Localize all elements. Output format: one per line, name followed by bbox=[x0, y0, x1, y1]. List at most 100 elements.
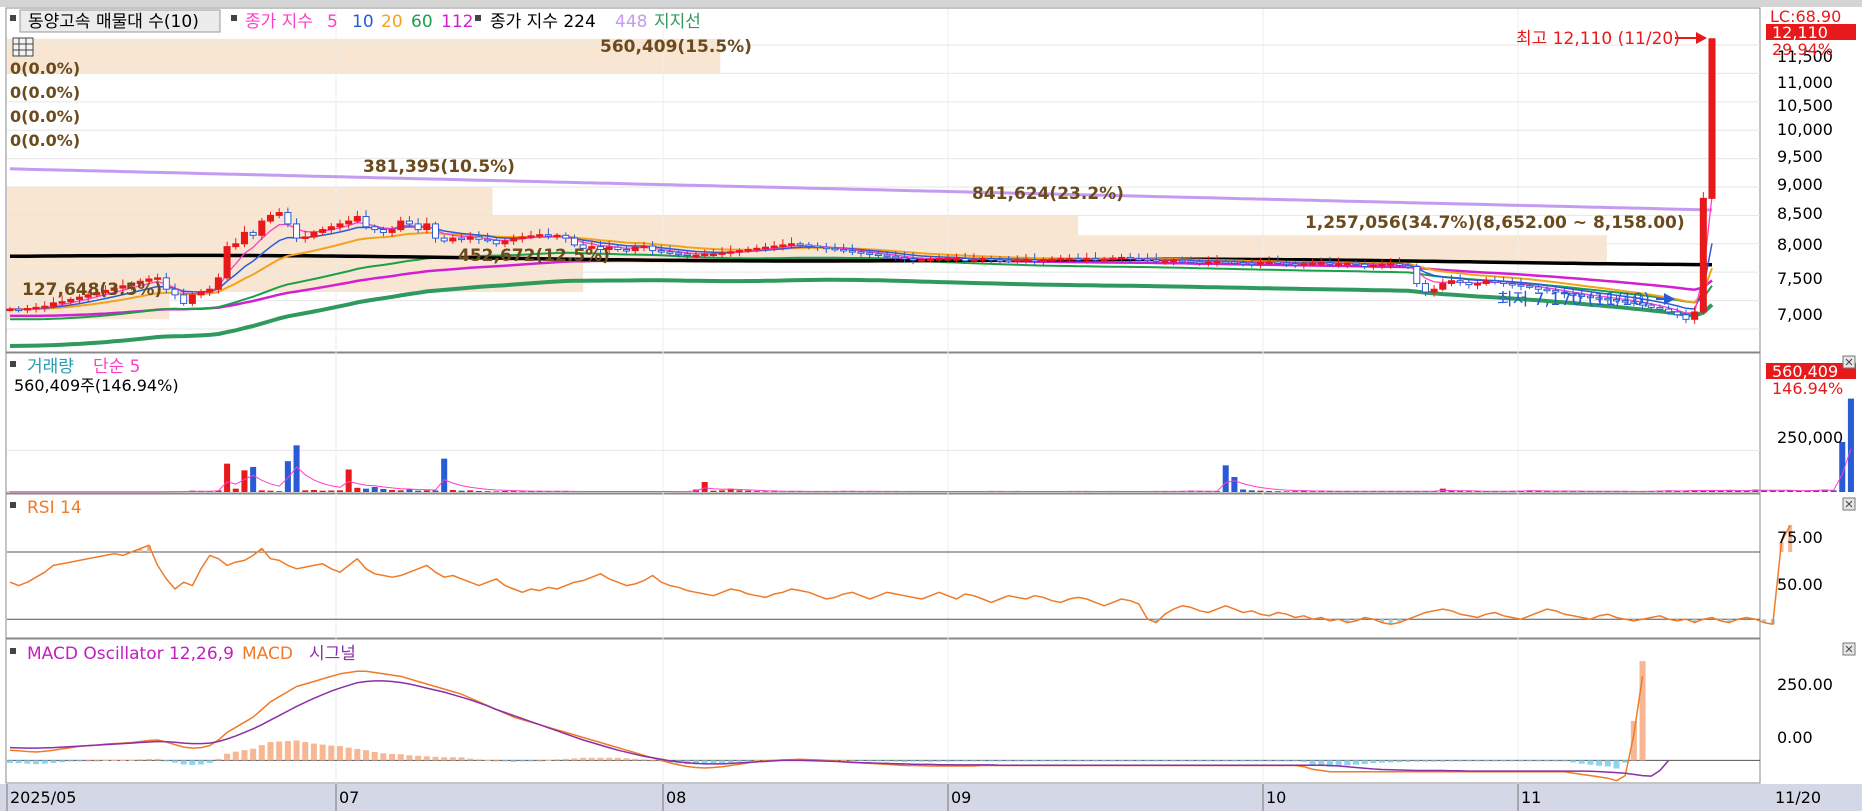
price-tick: 10,500 bbox=[1777, 96, 1833, 115]
candle-body bbox=[735, 250, 743, 253]
macd-oscillator-bar bbox=[1022, 760, 1030, 762]
macd-oscillator-bar bbox=[623, 758, 630, 761]
macd-oscillator-bar bbox=[33, 760, 40, 765]
candle-body bbox=[744, 248, 752, 252]
macd-oscillator-bar bbox=[163, 760, 170, 762]
macd-oscillator-bar bbox=[884, 760, 891, 762]
candle-body bbox=[1248, 262, 1256, 266]
grid-settings-icon[interactable] bbox=[12, 37, 34, 57]
volume-bar bbox=[1240, 489, 1247, 492]
macd-close-icon[interactable] bbox=[1842, 642, 1856, 656]
macd-oscillator-bar bbox=[467, 758, 474, 761]
volume-bar bbox=[389, 490, 396, 492]
candle-body bbox=[840, 248, 848, 252]
candle-body bbox=[770, 245, 778, 249]
candle-body bbox=[15, 308, 23, 312]
macd-oscillator-bar bbox=[1361, 760, 1368, 764]
rsi-title: RSI 14 bbox=[27, 498, 82, 518]
candle-body bbox=[214, 277, 222, 290]
candle-body bbox=[1482, 280, 1490, 285]
candle-body bbox=[692, 254, 700, 258]
macd-oscillator-bar bbox=[93, 760, 100, 762]
candle-body bbox=[518, 236, 526, 239]
candle-body bbox=[1274, 261, 1282, 264]
macd-oscillator-bar bbox=[606, 757, 613, 761]
volume-bar bbox=[1735, 491, 1742, 492]
macd-oscillator-bar bbox=[484, 760, 491, 762]
candle-body bbox=[996, 259, 1004, 262]
price-badge-pct: 29.94% bbox=[1772, 40, 1833, 59]
candle-body bbox=[431, 223, 440, 239]
macd-oscillator-bar bbox=[145, 758, 152, 761]
candle-body bbox=[258, 220, 266, 236]
macd-oscillator-bar bbox=[1083, 760, 1090, 762]
candle-body bbox=[1022, 259, 1030, 262]
candle-body bbox=[1361, 263, 1369, 268]
candle-body bbox=[1447, 280, 1456, 285]
candle-body bbox=[293, 223, 301, 239]
candle-body bbox=[1387, 263, 1395, 266]
volume-bar bbox=[771, 491, 778, 492]
candle-body bbox=[1222, 260, 1230, 264]
macd-oscillator-bar bbox=[189, 760, 196, 765]
candle-body bbox=[266, 214, 275, 222]
candle-body bbox=[41, 305, 49, 309]
macd-oscillator-bar bbox=[1014, 760, 1021, 762]
volume-bar bbox=[406, 489, 413, 492]
macd-legend-icon bbox=[10, 648, 16, 654]
candle-body bbox=[1378, 263, 1386, 267]
volume-bar bbox=[475, 491, 482, 492]
candle-body bbox=[1421, 283, 1429, 293]
macd-oscillator-bar bbox=[1517, 760, 1524, 762]
volume-bar bbox=[415, 490, 422, 492]
candle-body bbox=[6, 308, 14, 312]
macd-oscillator-bar bbox=[389, 754, 396, 761]
macd-oscillator-bar bbox=[1031, 760, 1038, 762]
macd-oscillator-bar bbox=[1578, 760, 1585, 764]
volume-bar bbox=[519, 491, 526, 492]
volume-bar bbox=[319, 490, 326, 492]
candle-body bbox=[857, 251, 865, 254]
candle-body bbox=[1404, 264, 1412, 268]
volume-bar bbox=[1847, 398, 1854, 492]
candle-body bbox=[405, 220, 413, 225]
macd-oscillator-bar bbox=[988, 760, 995, 762]
macd-oscillator-bar bbox=[111, 759, 118, 761]
candle-body bbox=[49, 302, 57, 307]
candle-body bbox=[1065, 258, 1073, 261]
candle-body bbox=[1170, 259, 1178, 263]
macd-oscillator-bar bbox=[1431, 760, 1438, 762]
macd-oscillator-bar bbox=[510, 760, 517, 762]
candle-body bbox=[1343, 262, 1351, 266]
volume-bar bbox=[328, 490, 335, 492]
macd-oscillator-bar bbox=[102, 759, 109, 761]
macd-oscillator-bar bbox=[1066, 760, 1073, 762]
macd-oscillator-bar bbox=[154, 758, 161, 761]
candle-body bbox=[162, 277, 170, 290]
candle-body bbox=[935, 258, 943, 261]
profile-zero-row: 0(0.0%) bbox=[10, 83, 80, 102]
macd-oscillator-bar bbox=[232, 751, 239, 761]
volume-bar bbox=[380, 489, 387, 492]
volume-bar bbox=[1283, 491, 1290, 492]
macd-oscillator-bar bbox=[996, 760, 1003, 762]
macd-oscillator-bar bbox=[1413, 760, 1420, 762]
macd-tick: 0.00 bbox=[1777, 728, 1813, 747]
volume-close-icon[interactable] bbox=[1842, 355, 1856, 369]
macd-oscillator-bar bbox=[302, 742, 309, 761]
candle-body bbox=[1213, 260, 1221, 264]
volume-bar bbox=[493, 491, 500, 492]
volume-bar bbox=[1222, 465, 1229, 492]
macd-oscillator-bar bbox=[501, 760, 508, 762]
candle-body bbox=[310, 231, 318, 238]
macd-oscillator-bar bbox=[1509, 760, 1516, 762]
rsi-close-icon[interactable] bbox=[1842, 497, 1856, 511]
candle-body bbox=[709, 253, 717, 257]
volume-bar bbox=[736, 490, 743, 492]
macd-oscillator-bar bbox=[276, 741, 283, 761]
macd-oscillator-bar bbox=[1266, 760, 1273, 762]
macd-oscillator-bar bbox=[85, 760, 92, 762]
candle-body bbox=[1187, 260, 1195, 263]
candle-body bbox=[1005, 259, 1013, 263]
candle-body bbox=[353, 216, 361, 222]
